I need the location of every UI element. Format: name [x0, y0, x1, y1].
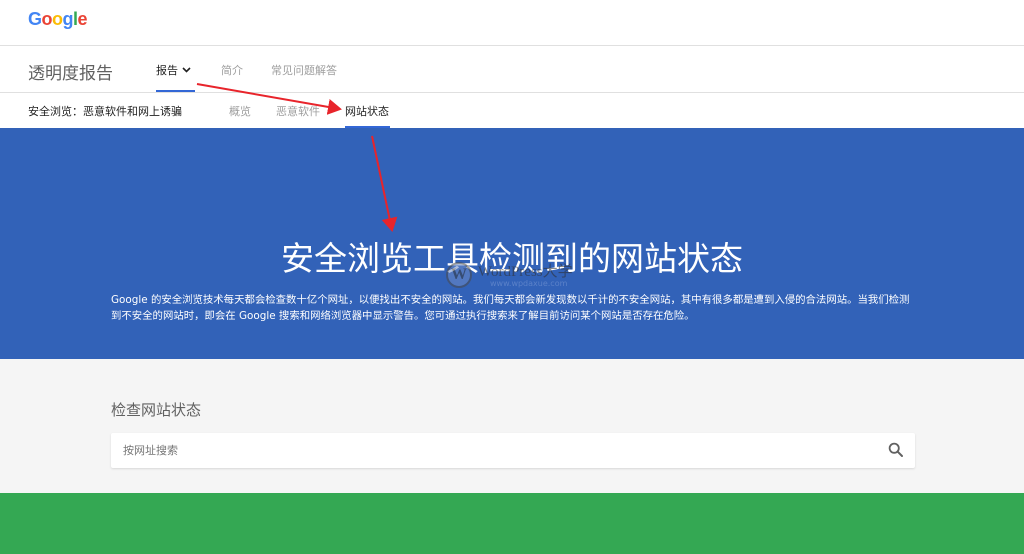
- google-logo[interactable]: Google: [28, 9, 88, 30]
- tab-reports[interactable]: 报告: [156, 62, 191, 78]
- section-title: 安全浏览：恶意软件和网上诱骗: [28, 105, 182, 118]
- subtab-malware[interactable]: 恶意软件: [276, 103, 320, 119]
- hero-banner: 安全浏览工具检测到的网站状态 Google 的安全浏览技术每天都会检查数十亿个网…: [0, 128, 1024, 359]
- logo-letter: o: [41, 9, 53, 29]
- check-site-section: 检查网站状态: [0, 359, 1024, 493]
- site-title[interactable]: 透明度报告: [28, 59, 113, 84]
- search-box[interactable]: [111, 433, 915, 468]
- check-title: 检查网站状态: [111, 401, 202, 419]
- chevron-down-icon: [182, 65, 191, 76]
- watermark-logo-icon: W: [446, 262, 472, 288]
- tab-reports-label: 报告: [156, 64, 178, 77]
- subtab-overview[interactable]: 概览: [229, 103, 251, 119]
- watermark: W WordPress大学 www.wpdaxue.com: [446, 256, 596, 296]
- url-search-input[interactable]: [111, 433, 871, 468]
- logo-bar: Google: [0, 0, 1024, 46]
- subtab-site-status[interactable]: 网站状态: [345, 103, 389, 119]
- search-icon[interactable]: [887, 441, 905, 459]
- tab-about[interactable]: 简介: [221, 62, 243, 78]
- top-nav: 透明度报告 报告 简介 常见问题解答: [0, 46, 1024, 93]
- watermark-url: www.wpdaxue.com: [490, 279, 568, 288]
- logo-letter: e: [77, 9, 88, 29]
- hero-description: Google 的安全浏览技术每天都会检查数十亿个网址，以便找出不安全的网站。我们…: [111, 294, 910, 322]
- tab-faq[interactable]: 常见问题解答: [271, 62, 337, 78]
- active-tab-indicator: [156, 90, 195, 92]
- watermark-text: WordPress大学: [478, 264, 573, 280]
- logo-letter: g: [62, 9, 74, 29]
- logo-letter: o: [52, 9, 63, 29]
- sub-nav: 安全浏览：恶意软件和网上诱骗 概览 恶意软件 网站状态: [0, 93, 1024, 128]
- green-section: [0, 493, 1024, 554]
- logo-letter: G: [28, 9, 42, 29]
